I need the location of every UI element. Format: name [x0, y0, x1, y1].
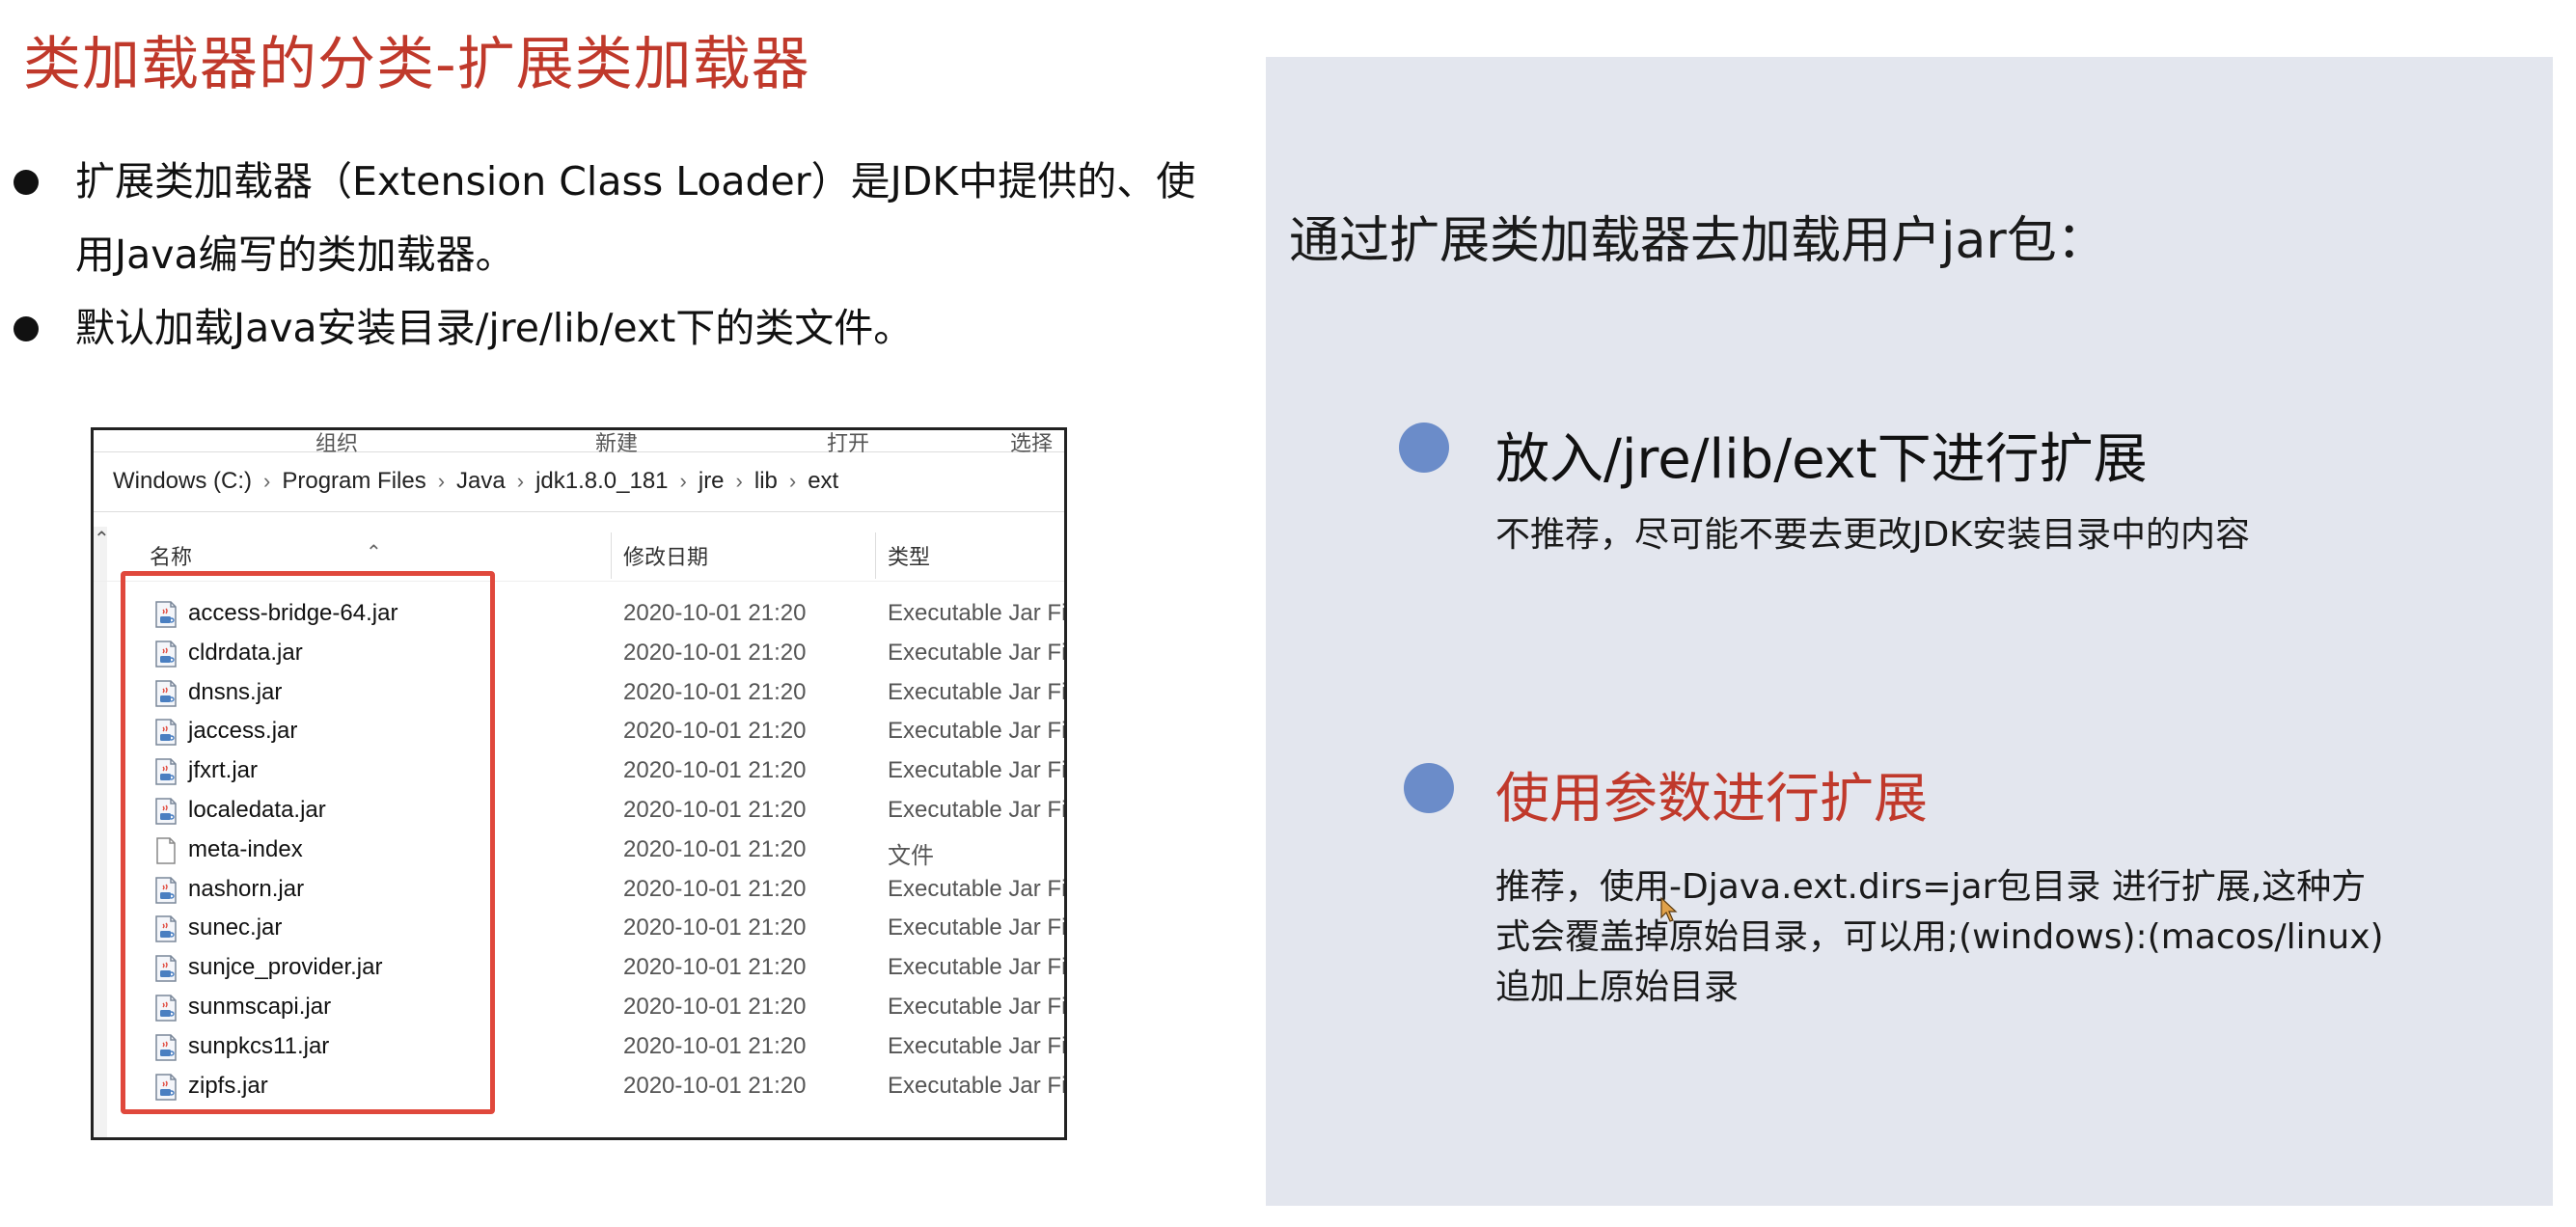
- file-type: Executable Jar Fi: [888, 875, 1067, 902]
- file-type: Executable Jar Fi: [888, 1072, 1067, 1099]
- point-description: 不推荐，尽可能不要去更改JDK安装目录中的内容: [1495, 515, 2250, 555]
- right-panel: 通过扩展类加载器去加载用户jar包： 放入/jre/lib/ext下进行扩展 不…: [1266, 57, 2553, 1206]
- bullet-text: 默认加载Java安装目录/jre/lib/ext下的类文件。: [75, 305, 914, 351]
- bullet-dot-icon: [14, 170, 39, 195]
- file-date: 2020-10-01 21:20: [623, 796, 807, 823]
- breadcrumb-item[interactable]: Program Files: [282, 468, 425, 495]
- file-type: Executable Jar Fi: [888, 914, 1067, 941]
- breadcrumb-item[interactable]: lib: [754, 468, 778, 495]
- chevron-right-icon: ›: [735, 469, 743, 493]
- breadcrumb-item[interactable]: jre: [699, 468, 725, 495]
- point-description: 推荐，使用-Djava.ext.dirs=jar包目录 进行扩展,这种方 式会覆…: [1495, 862, 2384, 1013]
- point-title: 使用参数进行扩展: [1495, 768, 1928, 831]
- column-divider[interactable]: [611, 532, 612, 579]
- bullet-dot-icon: [1399, 423, 1449, 473]
- column-divider[interactable]: [875, 532, 876, 579]
- breadcrumb-item[interactable]: Java: [456, 468, 506, 495]
- file-date: 2020-10-01 21:20: [623, 835, 807, 862]
- file-type: Executable Jar Fi: [888, 600, 1067, 626]
- panel-heading: 通过扩展类加载器去加载用户jar包：: [1289, 212, 2107, 270]
- bullet-item: 扩展类加载器（Extension Class Loader）是JDK中提供的、使…: [14, 145, 1200, 291]
- file-type: Executable Jar Fi: [888, 718, 1067, 745]
- file-date: 2020-10-01 21:20: [623, 639, 807, 666]
- file-type: Executable Jar Fi: [888, 993, 1067, 1020]
- sort-ascending-icon: ⌃: [366, 542, 382, 563]
- column-name[interactable]: 名称: [150, 540, 192, 571]
- description-line: 式会覆盖掉原始目录，可以用;(windows):(macos/linux): [1495, 917, 2384, 957]
- bullet-dot-icon: [1404, 763, 1454, 813]
- breadcrumb-item[interactable]: Windows (C:): [113, 468, 252, 495]
- file-type: Executable Jar Fi: [888, 954, 1067, 981]
- bullet-list: 扩展类加载器（Extension Class Loader）是JDK中提供的、使…: [14, 145, 1200, 365]
- description-line: 追加上原始目录: [1495, 968, 1740, 1007]
- file-date: 2020-10-01 21:20: [623, 1032, 807, 1059]
- breadcrumb-item[interactable]: ext: [808, 468, 838, 495]
- column-type[interactable]: 类型: [888, 540, 930, 571]
- point-title: 放入/jre/lib/ext下进行扩展: [1495, 428, 2148, 491]
- explorer-ribbon: 组织 新建 打开 选择: [94, 430, 1064, 455]
- chevron-right-icon: ›: [788, 469, 797, 493]
- bullet-text: 扩展类加载器（Extension Class Loader）是JDK中提供的、使…: [75, 158, 1196, 278]
- bullet-dot-icon: [14, 316, 39, 341]
- mouse-cursor-icon: [1660, 896, 1678, 922]
- chevron-right-icon: ›: [516, 469, 525, 493]
- file-date: 2020-10-01 21:20: [623, 1072, 807, 1099]
- file-date: 2020-10-01 21:20: [623, 954, 807, 981]
- chevron-right-icon: ›: [437, 469, 446, 493]
- file-type: 文件: [888, 842, 934, 869]
- file-type: Executable Jar Fi: [888, 639, 1067, 666]
- breadcrumb-item[interactable]: jdk1.8.0_181: [535, 468, 668, 495]
- slide-title: 类加载器的分类-扩展类加载器: [23, 31, 810, 98]
- file-date: 2020-10-01 21:20: [623, 678, 807, 705]
- file-type: Executable Jar Fi: [888, 757, 1067, 784]
- column-date[interactable]: 修改日期: [623, 540, 708, 571]
- file-type: Executable Jar Fi: [888, 678, 1067, 705]
- chevron-right-icon: ›: [679, 469, 687, 493]
- file-type: Executable Jar Fi: [888, 1032, 1067, 1059]
- file-date: 2020-10-01 21:20: [623, 993, 807, 1020]
- file-date: 2020-10-01 21:20: [623, 600, 807, 626]
- breadcrumb: Windows (C:) › Program Files › Java › jdk1.…: [94, 451, 1064, 512]
- bullet-item: 默认加载Java安装目录/jre/lib/ext下的类文件。: [14, 291, 1200, 365]
- description-line: 推荐，使用-Djava.ext.dirs=jar包目录 进行扩展,这种方: [1495, 867, 2367, 907]
- chevron-right-icon: ›: [263, 469, 271, 493]
- file-date: 2020-10-01 21:20: [623, 718, 807, 745]
- file-type: Executable Jar Fi: [888, 796, 1067, 823]
- file-date: 2020-10-01 21:20: [623, 757, 807, 784]
- file-date: 2020-10-01 21:20: [623, 914, 807, 941]
- highlight-box: [121, 571, 495, 1114]
- file-date: 2020-10-01 21:20: [623, 875, 807, 902]
